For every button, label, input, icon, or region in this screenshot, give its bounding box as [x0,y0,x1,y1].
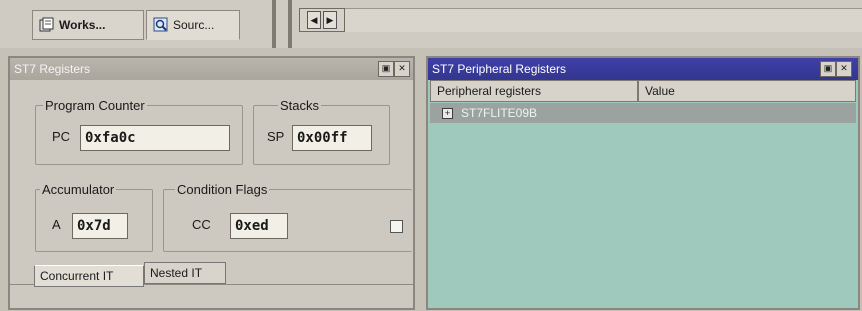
toolbar-divider [272,0,276,48]
registers-title: ST7 Registers [14,62,91,76]
top-toolbar: Works... Sourc... ◀ ▶ [0,0,862,48]
scroll-left-icon[interactable]: ◀ [307,11,321,29]
program-counter-label: Program Counter [43,98,147,113]
tab-source[interactable]: Sourc... [146,10,240,40]
restore-icon[interactable]: ▣ [378,61,394,77]
registers-titlebar: ST7 Registers ▣ ✕ [10,58,413,80]
tab-source-label: Sourc... [173,18,215,32]
pc-label: PC [52,129,71,144]
condition-flags-label: Condition Flags [175,182,270,197]
stacks-group: Stacks SP 0x00ff [253,98,390,165]
pc-field[interactable]: 0xfa0c [80,125,230,151]
close-icon[interactable]: ✕ [836,61,852,77]
expand-icon[interactable]: + [442,107,453,119]
tree-row-label: ST7FLITE09B [461,106,538,120]
scroll-nav: ◀ ▶ [299,8,345,32]
toolbar-divider [288,0,292,48]
restore-icon[interactable]: ▣ [820,61,836,77]
accumulator-label: Accumulator [40,182,117,197]
peripheral-titlebar: ST7 Peripheral Registers ▣ ✕ [428,58,858,80]
column-header-value[interactable]: Value [638,80,856,102]
registers-window: ST7 Registers ▣ ✕ Program Counter PC 0xf… [8,56,415,310]
tab-workspace[interactable]: Works... [32,10,144,40]
sp-field[interactable]: 0x00ff [292,125,372,151]
peripheral-window: ST7 Peripheral Registers ▣ ✕ Peripheral … [426,56,860,310]
program-counter-group: Program Counter PC 0xfa0c [35,98,243,165]
scroll-right-icon[interactable]: ▶ [323,11,337,29]
a-label: A [52,217,61,232]
cc-label: CC [192,217,211,232]
flag-checkbox[interactable] [390,220,403,233]
peripheral-title: ST7 Peripheral Registers [432,62,567,76]
tree-row[interactable]: + ST7FLITE09B [430,103,856,123]
tab-workspace-label: Works... [59,18,106,32]
sp-label: SP [267,129,285,144]
accumulator-group: Accumulator A 0x7d [35,182,153,252]
toolbar-empty-area [345,8,862,32]
column-header-peripheral[interactable]: Peripheral registers [430,80,638,102]
tab-concurrent-it[interactable]: Concurrent IT [34,265,144,287]
source-icon [153,17,169,33]
close-icon[interactable]: ✕ [394,61,410,77]
cc-field[interactable]: 0xed [230,213,288,239]
stacks-label: Stacks [278,98,322,113]
tab-nested-it[interactable]: Nested IT [144,262,226,284]
condition-flags-group: Condition Flags CC 0xed [163,182,412,252]
workspace-icon [39,17,55,33]
a-field[interactable]: 0x7d [72,213,128,239]
